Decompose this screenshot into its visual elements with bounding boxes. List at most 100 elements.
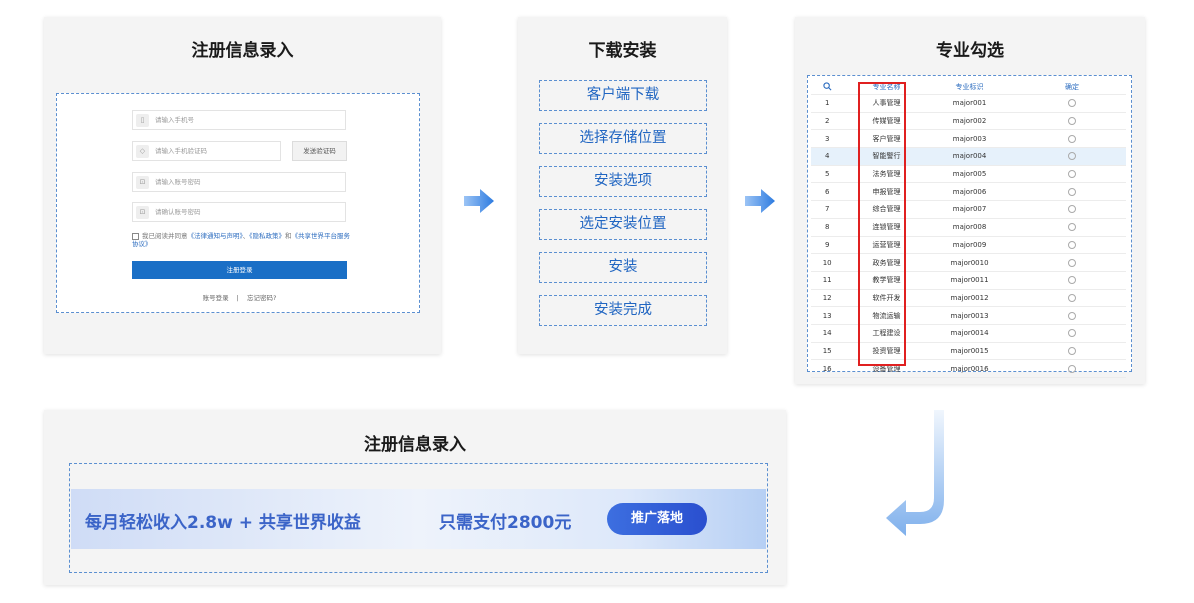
column-confirm: 确定: [1018, 80, 1126, 95]
table-row[interactable]: 1 人事管理 major001: [811, 94, 1126, 113]
confirm-cell: [1018, 236, 1126, 255]
promotion-title: 注册信息录入: [364, 435, 466, 455]
register-button[interactable]: 注册登录: [132, 261, 347, 279]
row-number: 12: [811, 289, 844, 308]
confirm-password-input[interactable]: ⊡ 请确认账号密码: [132, 202, 346, 222]
major-name-cell: 传媒管理: [860, 112, 913, 131]
confirm-cell: [1018, 271, 1126, 290]
row-number: 8: [811, 218, 844, 237]
legal-link[interactable]: 《法律通知与声明》: [188, 232, 243, 240]
major-id-cell: major003: [921, 129, 1019, 149]
confirm-radio[interactable]: [1068, 223, 1077, 232]
table-row[interactable]: 13 物流运输 major0013: [811, 306, 1126, 325]
confirm-cell: [1018, 165, 1126, 184]
major-name-cell: 投资管理: [860, 342, 913, 361]
column-major-id: 专业标识: [921, 80, 1019, 95]
row-number: 3: [811, 129, 844, 149]
password-input[interactable]: ⊡ 请输入账号密码: [132, 172, 346, 192]
major-name-cell: 人事管理: [860, 94, 913, 113]
banner-price-text: 只需支付2800元: [439, 513, 572, 533]
confirm-radio[interactable]: [1068, 117, 1077, 126]
phone-icon: ▯: [136, 114, 149, 127]
table-row[interactable]: 2 传媒管理 major002: [811, 112, 1126, 131]
row-number: 5: [811, 165, 844, 184]
confirm-radio[interactable]: [1068, 276, 1077, 285]
step-client-download: 客户端下载: [539, 80, 707, 111]
confirm-cell: [1018, 182, 1126, 202]
major-name-cell: 软件开发: [860, 289, 913, 308]
major-id-cell: major0015: [921, 342, 1019, 361]
registration-panel: 注册信息录入 ▯ 请输入手机号 ◇ 请输入手机验证码 发送验证码 ⊡ 请输入账号…: [44, 17, 441, 354]
row-number: 11: [811, 271, 844, 290]
major-name-cell: 政务管理: [860, 253, 913, 272]
table-row[interactable]: 16 设备管理 major0016: [811, 359, 1126, 378]
confirm-radio[interactable]: [1068, 258, 1077, 267]
promotion-banner: 每月轻松收入2.8w + 共享世界收益 只需支付2800元 推广落地: [71, 489, 766, 549]
lock-icon: ⊡: [136, 176, 149, 189]
confirm-radio[interactable]: [1068, 170, 1077, 179]
major-name-cell: 运营管理: [860, 236, 913, 255]
confirm-radio[interactable]: [1068, 187, 1077, 196]
row-number: 9: [811, 236, 844, 255]
phone-input[interactable]: ▯ 请输入手机号: [132, 110, 346, 130]
confirm-cell: [1018, 200, 1126, 219]
confirm-radio[interactable]: [1068, 311, 1077, 320]
table-row[interactable]: 4 智能警行 major004: [811, 147, 1126, 166]
agree-checkbox[interactable]: [132, 232, 139, 240]
column-major-name: 专业名称: [860, 80, 913, 95]
table-row[interactable]: 10 政务管理 major0010: [811, 253, 1126, 272]
sms-code-input[interactable]: ◇ 请输入手机验证码: [132, 141, 281, 161]
confirm-cell: [1018, 289, 1126, 308]
confirm-placeholder: 请确认账号密码: [155, 208, 201, 216]
table-row[interactable]: 15 投资管理 major0015: [811, 342, 1126, 361]
table-row[interactable]: 14 工程建设 major0014: [811, 324, 1126, 343]
major-name-cell: 客户管理: [860, 129, 913, 149]
account-login-link[interactable]: 账号登录: [203, 294, 229, 302]
agreement-text: 我已阅读并同意《法律通知与声明》、《隐私政策》和《共享世界平台服务协议》: [132, 232, 350, 248]
major-selection-title: 专业勾选: [936, 41, 1004, 61]
promotion-panel: 注册信息录入 每月轻松收入2.8w + 共享世界收益 只需支付2800元 推广落…: [44, 410, 786, 585]
confirm-cell: [1018, 253, 1126, 272]
confirm-radio[interactable]: [1068, 240, 1077, 249]
promote-button[interactable]: 推广落地: [607, 503, 707, 535]
major-id-cell: major004: [921, 147, 1019, 166]
registration-title: 注册信息录入: [191, 41, 294, 61]
table-row[interactable]: 9 运营管理 major009: [811, 236, 1126, 255]
confirm-radio[interactable]: [1068, 205, 1077, 214]
major-selection-panel: 专业勾选 专业名称 专业标识 确定 1 人事管理 major001 2 传媒管理 majo…: [795, 17, 1145, 384]
table-row[interactable]: 7 综合管理 major007: [811, 200, 1126, 219]
confirm-radio[interactable]: [1068, 152, 1077, 161]
major-id-cell: major0011: [921, 271, 1019, 290]
row-number: 6: [811, 182, 844, 202]
major-name-cell: 综合管理: [860, 200, 913, 219]
table-row[interactable]: 8 连锁管理 major008: [811, 218, 1126, 237]
login-links: 账号登录 | 忘记密码?: [202, 294, 277, 302]
phone-placeholder: 请输入手机号: [155, 116, 194, 124]
confirm-cell: [1018, 342, 1126, 361]
step-install-complete: 安装完成: [539, 295, 707, 326]
row-number: 16: [811, 359, 844, 378]
confirm-radio[interactable]: [1068, 364, 1077, 373]
arrow-right-icon: [464, 189, 494, 213]
major-id-cell: major005: [921, 165, 1019, 184]
table-row[interactable]: 5 法务管理 major005: [811, 165, 1126, 184]
table-row[interactable]: 12 软件开发 major0012: [811, 289, 1126, 308]
send-code-button[interactable]: 发送验证码: [292, 141, 347, 161]
table-row[interactable]: 6 申报管理 major006: [811, 182, 1126, 202]
confirm-radio[interactable]: [1068, 293, 1077, 302]
forgot-password-link[interactable]: 忘记密码?: [247, 294, 276, 302]
major-id-cell: major008: [921, 218, 1019, 237]
banner-income-text: 每月轻松收入2.8w + 共享世界收益: [85, 513, 361, 533]
row-number: 2: [811, 112, 844, 131]
table-row[interactable]: 3 客户管理 major003: [811, 129, 1126, 149]
major-name-cell: 设备管理: [860, 359, 913, 378]
search-icon[interactable]: [811, 80, 844, 95]
privacy-link[interactable]: 《隐私政策》: [249, 232, 285, 240]
confirm-radio[interactable]: [1068, 99, 1077, 108]
row-number: 13: [811, 306, 844, 325]
download-install-title: 下载安装: [588, 41, 657, 61]
confirm-radio[interactable]: [1068, 329, 1077, 338]
confirm-radio[interactable]: [1068, 346, 1077, 355]
table-row[interactable]: 11 教学管理 major0011: [811, 271, 1126, 290]
confirm-radio[interactable]: [1068, 134, 1077, 143]
